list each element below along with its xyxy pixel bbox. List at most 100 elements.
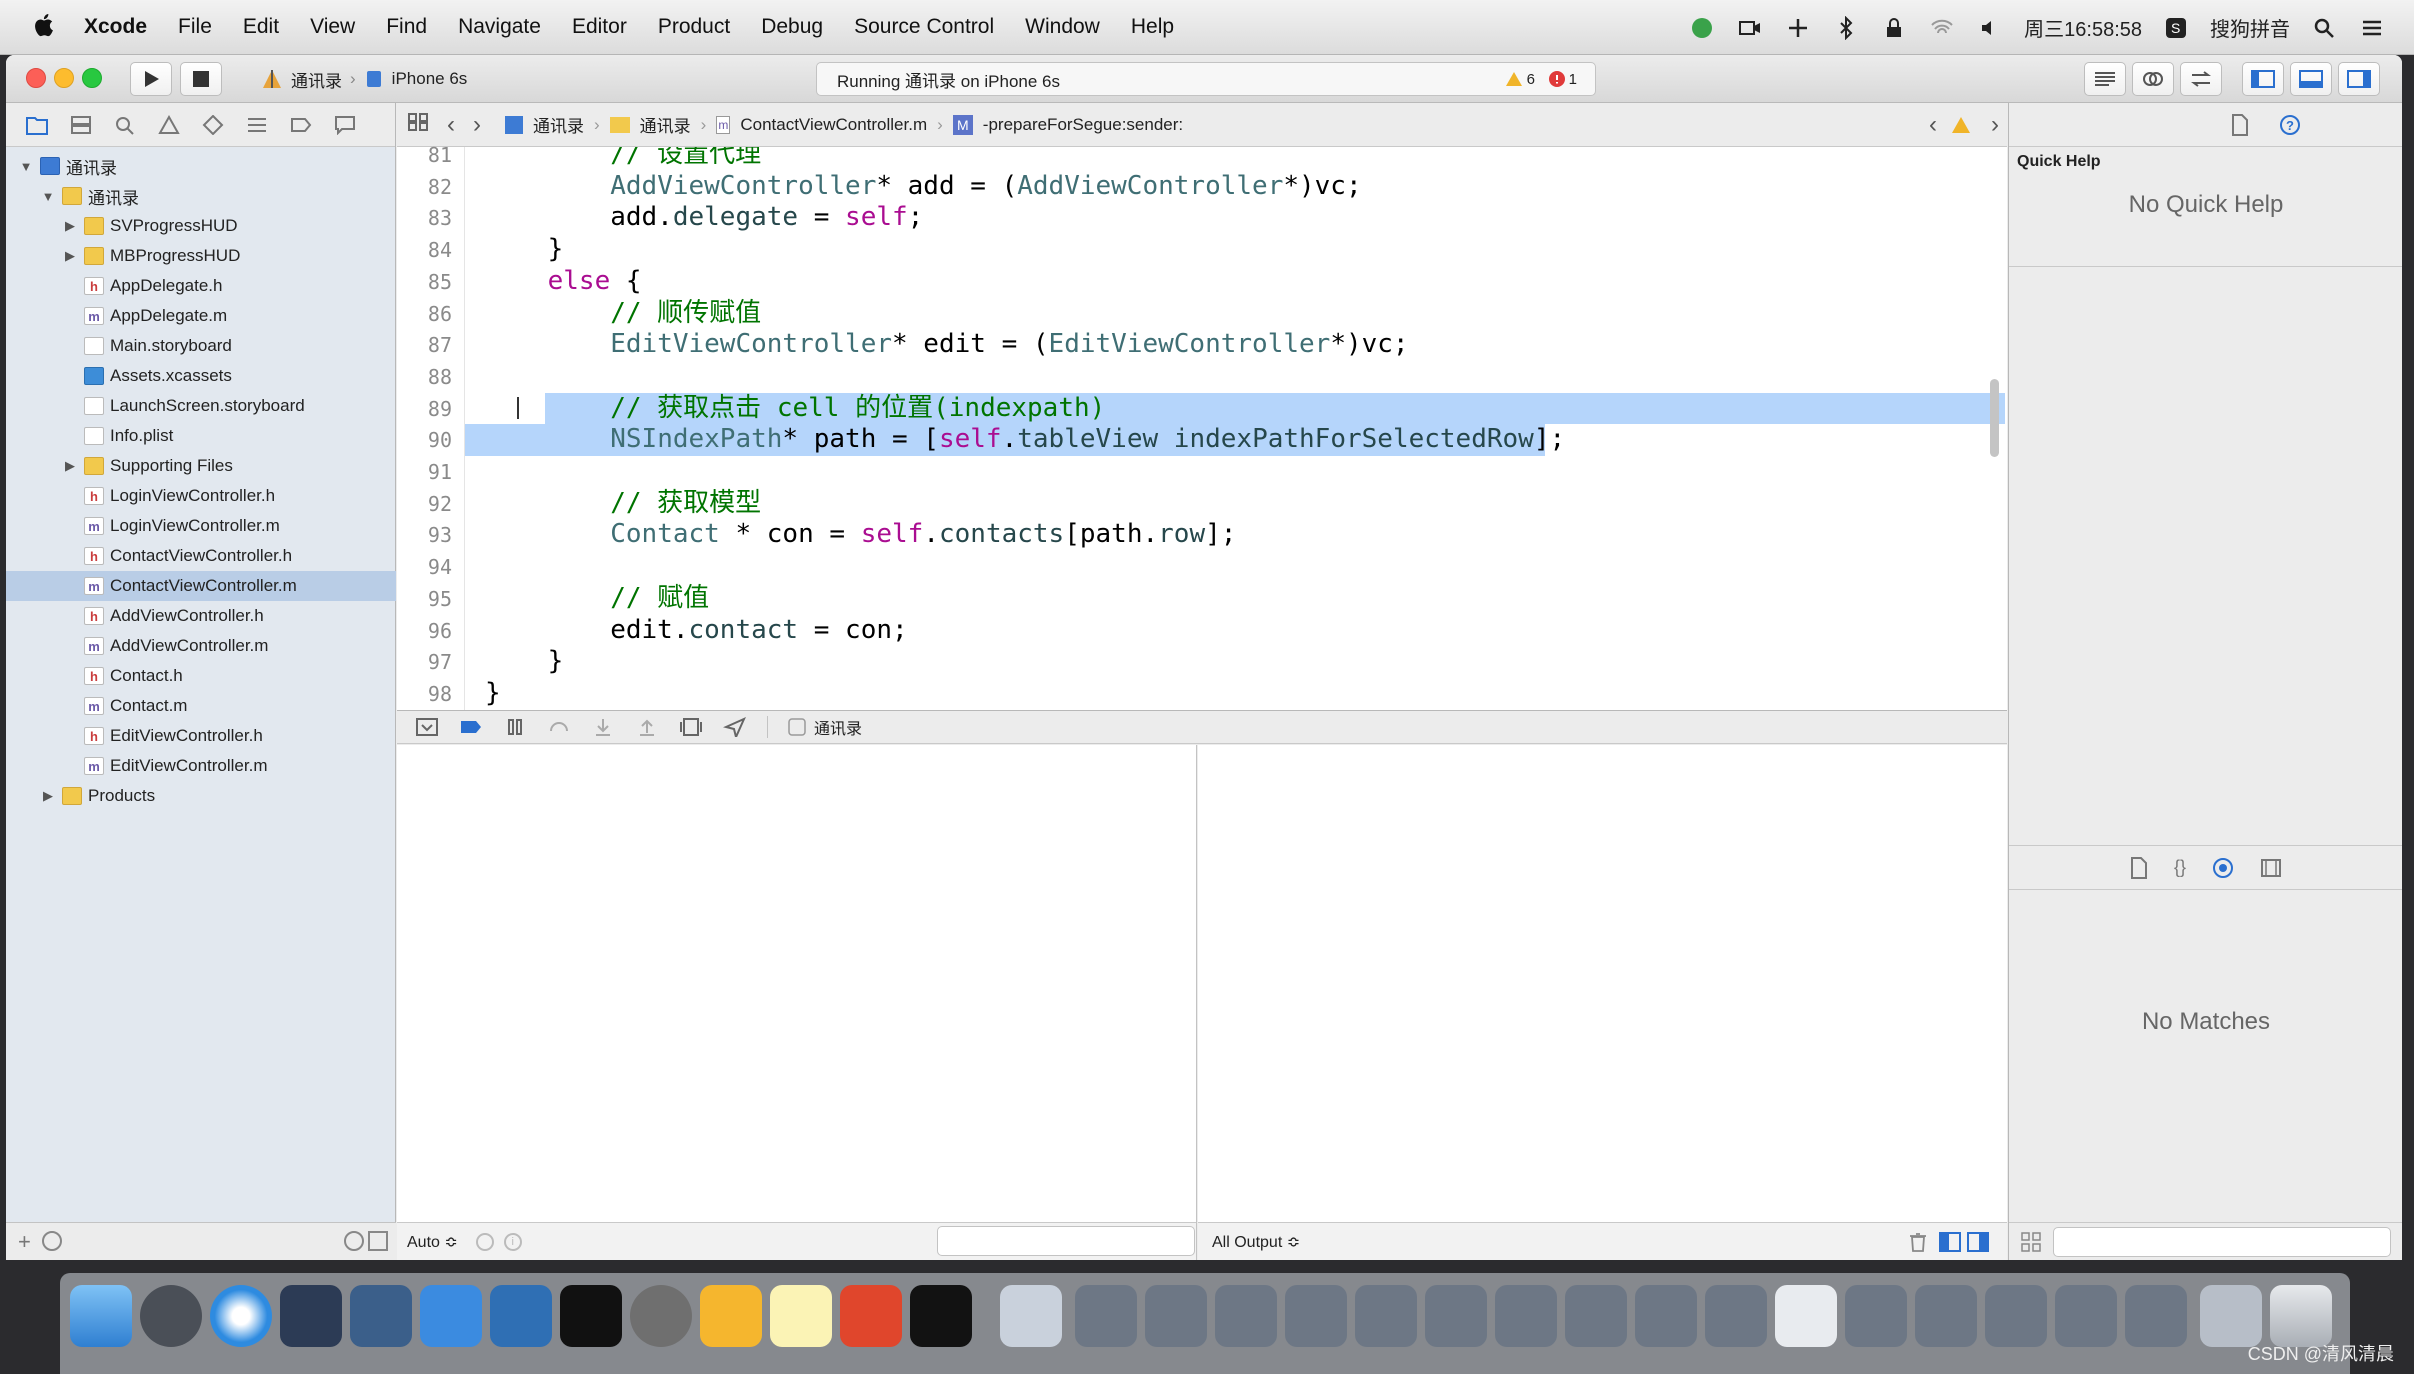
xcode-icon[interactable] <box>420 1285 482 1347</box>
window-thumbnail[interactable] <box>2125 1285 2187 1347</box>
window-thumbnail[interactable] <box>1145 1285 1207 1347</box>
info-icon[interactable]: i <box>503 1232 522 1251</box>
code-line[interactable]: AddViewController* add = (AddViewControl… <box>485 171 1361 202</box>
menu-debug[interactable]: Debug <box>761 15 823 39</box>
recent-files-icon[interactable] <box>344 1231 364 1251</box>
window-thumbnail[interactable] <box>1075 1285 1137 1347</box>
toggle-inspector-button[interactable] <box>2338 62 2380 96</box>
code-line[interactable]: EditViewController* edit = (EditViewCont… <box>485 329 1408 360</box>
navigator-item[interactable]: h LoginViewController.h <box>6 481 396 511</box>
disclosure-closed-icon[interactable]: ▶ <box>40 788 56 804</box>
window-thumbnail[interactable] <box>1495 1285 1557 1347</box>
back-arrow-icon[interactable]: ‹ <box>447 111 455 139</box>
navigator-item[interactable]: h AddViewController.h <box>6 601 396 631</box>
close-window-button[interactable] <box>26 68 46 88</box>
disclosure-closed-icon[interactable]: ▶ <box>62 248 78 264</box>
zoom-window-button[interactable] <box>82 68 102 88</box>
window-thumbnail[interactable] <box>1705 1285 1767 1347</box>
menu-help[interactable]: Help <box>1131 15 1174 39</box>
wifi-icon[interactable] <box>1928 16 1956 40</box>
window-thumbnail[interactable] <box>1565 1285 1627 1347</box>
launchpad-icon[interactable] <box>140 1285 202 1347</box>
screenflow-icon[interactable] <box>350 1285 412 1347</box>
clock[interactable]: 周三16:58:58 <box>2024 13 2142 42</box>
window-thumbnail[interactable] <box>1635 1285 1697 1347</box>
navigator-item[interactable]: Info.plist <box>6 421 396 451</box>
code-line[interactable]: edit.contact = con; <box>485 615 907 646</box>
warning-count[interactable]: 6 <box>1505 71 1535 88</box>
navigator-item[interactable]: h ContactViewController.h <box>6 541 396 571</box>
editor-scrollbar[interactable] <box>1990 379 1999 457</box>
downloads-stack-icon[interactable] <box>2200 1285 2262 1347</box>
simulate-location-icon[interactable] <box>723 717 747 737</box>
navigator-item[interactable]: Assets.xcassets <box>6 361 396 391</box>
breakpoints-toggle-icon[interactable] <box>459 717 483 737</box>
code-snippet-library-icon[interactable]: {} <box>2174 857 2186 878</box>
jumpbar-method[interactable]: -prepareForSegue:sender: <box>983 115 1183 135</box>
filter-icon[interactable] <box>42 1231 62 1251</box>
menu-edit[interactable]: Edit <box>243 15 279 39</box>
input-method-icon[interactable]: S <box>2162 16 2190 40</box>
finder-icon[interactable] <box>70 1285 132 1347</box>
window-thumbnail[interactable] <box>1215 1285 1277 1347</box>
window-thumbnail[interactable] <box>1985 1285 2047 1347</box>
navigator-item[interactable]: ▶ MBProgressHUD <box>6 241 396 271</box>
pause-icon[interactable] <box>503 717 527 737</box>
navigator-item[interactable]: h AppDelegate.h <box>6 271 396 301</box>
breakpoint-navigator-tab[interactable] <box>286 110 316 140</box>
navigator-item[interactable]: m AppDelegate.m <box>6 301 396 331</box>
add-file-icon[interactable]: + <box>18 1229 31 1255</box>
next-issue-icon[interactable]: › <box>1991 111 1999 139</box>
media-library-icon[interactable] <box>2260 857 2282 879</box>
disclosure-closed-icon[interactable]: ▶ <box>62 218 78 234</box>
navigator-item[interactable]: ▶ SVProgressHUD <box>6 211 396 241</box>
window-thumbnail[interactable] <box>1425 1285 1487 1347</box>
instruments-icon[interactable] <box>490 1285 552 1347</box>
minimize-window-button[interactable] <box>54 68 74 88</box>
show-variables-icon[interactable] <box>1939 1231 1961 1252</box>
jumpbar-project[interactable]: 通讯录 <box>533 112 584 137</box>
navigator-item[interactable]: ▶ Products <box>6 781 396 811</box>
view-hierarchy-icon[interactable] <box>679 717 703 737</box>
navigator-item[interactable]: ▶ Supporting Files <box>6 451 396 481</box>
plus-icon[interactable] <box>1784 16 1812 40</box>
variables-search-input[interactable] <box>937 1226 1195 1256</box>
code-line[interactable]: add.delegate = self; <box>485 202 923 233</box>
scheme-selector[interactable]: 通讯录 › iPhone 6s <box>261 64 467 94</box>
navigator-item[interactable]: ▼ 通讯录 <box>6 151 396 181</box>
step-into-icon[interactable] <box>591 717 615 737</box>
disclosure-closed-icon[interactable]: ▶ <box>62 458 78 474</box>
code-line[interactable]: // 获取模型 <box>485 488 761 519</box>
assistant-editor-button[interactable] <box>2132 62 2174 96</box>
window-thumbnail[interactable] <box>1355 1285 1417 1347</box>
related-items-icon[interactable] <box>407 112 429 137</box>
window-thumbnail[interactable] <box>1845 1285 1907 1347</box>
code-line[interactable]: } <box>485 678 501 709</box>
issue-warning-icon[interactable] <box>1951 116 1971 134</box>
forward-arrow-icon[interactable]: › <box>473 111 481 139</box>
terminal-icon[interactable] <box>560 1285 622 1347</box>
process-selector[interactable]: 通讯录 <box>788 715 862 739</box>
menu-xcode[interactable]: Xcode <box>84 15 147 39</box>
trash-icon[interactable] <box>1909 1232 1927 1252</box>
menu-editor[interactable]: Editor <box>572 15 627 39</box>
menu-find[interactable]: Find <box>386 15 427 39</box>
code-line[interactable]: NSIndexPath* path = [self.tableView inde… <box>485 424 1565 455</box>
window-thumbnail[interactable] <box>1285 1285 1347 1347</box>
code-line[interactable]: Contact * con = self.contacts[path.row]; <box>485 519 1236 550</box>
symbol-navigator-tab[interactable] <box>66 110 96 140</box>
file-inspector-icon[interactable] <box>2231 113 2249 136</box>
debug-navigator-tab[interactable] <box>242 110 272 140</box>
system-preferences-icon[interactable] <box>630 1285 692 1347</box>
object-library-icon[interactable] <box>2212 857 2234 879</box>
code-area[interactable]: // 设置代理 AddViewController* add = (AddVie… <box>465 147 2007 710</box>
menu-product[interactable]: Product <box>658 15 730 39</box>
eye-icon[interactable] <box>475 1232 494 1251</box>
preview-icon[interactable] <box>1000 1285 1062 1347</box>
hide-debug-area-icon[interactable] <box>415 717 439 737</box>
standard-editor-button[interactable] <box>2084 62 2126 96</box>
presentation-app-icon[interactable] <box>840 1285 902 1347</box>
disclosure-open-icon[interactable]: ▼ <box>18 159 34 174</box>
report-navigator-tab[interactable] <box>330 110 360 140</box>
code-line[interactable]: } <box>485 234 564 265</box>
